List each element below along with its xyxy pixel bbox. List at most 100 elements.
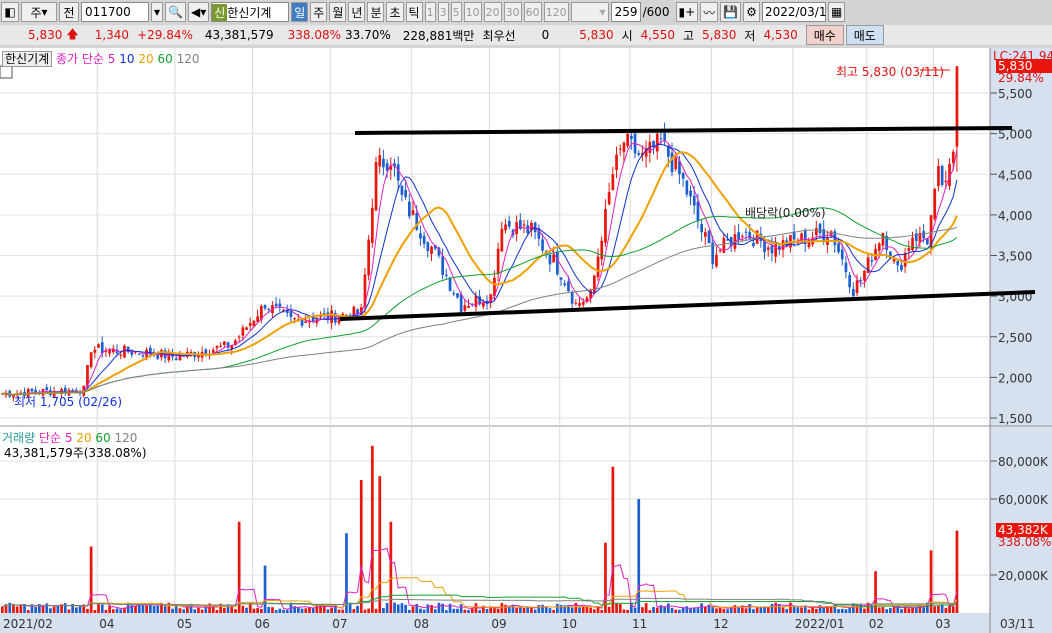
volume-bar <box>689 608 692 613</box>
candle-body <box>659 138 663 140</box>
candle-body <box>223 341 226 345</box>
candle-body <box>89 352 93 368</box>
low-label: 저 <box>744 28 756 43</box>
volume-bar <box>533 609 537 613</box>
sell-button[interactable]: 매도 <box>845 25 884 45</box>
num-5[interactable]: 5 <box>450 2 462 22</box>
candle-body <box>900 265 903 271</box>
volume-bar <box>408 609 411 613</box>
num-3[interactable]: 3 <box>437 2 449 22</box>
code-dropdown[interactable]: ▾ <box>151 2 164 22</box>
code-input[interactable]: 011700 <box>81 2 149 22</box>
add-line-icon[interactable]: 〰 <box>700 2 719 22</box>
volume-bar <box>800 607 803 613</box>
candle-body <box>844 262 848 273</box>
volume-bar <box>19 604 23 613</box>
num-30[interactable]: 30 <box>503 2 522 22</box>
volume-bar <box>211 606 215 613</box>
volume-bar <box>63 603 67 613</box>
period-month[interactable]: 월 <box>329 2 347 22</box>
volume-bar <box>145 605 148 613</box>
candle-body <box>722 237 726 253</box>
candle-body <box>267 308 271 310</box>
candle-body <box>248 323 252 326</box>
num-20[interactable]: 20 <box>483 2 502 22</box>
volume-bar <box>903 607 907 613</box>
volume-bar <box>678 609 681 613</box>
candle-body <box>404 190 407 198</box>
calendar-icon[interactable]: ▦ <box>827 2 846 22</box>
interval-tick[interactable]: 틱 <box>405 2 423 22</box>
prev-button[interactable]: 전 <box>59 2 79 22</box>
candle-body <box>456 293 459 298</box>
interval-second[interactable]: 초 <box>386 2 404 22</box>
legend-ma60: 60 <box>157 52 173 66</box>
num-10[interactable]: 10 <box>463 2 482 22</box>
candle-body <box>618 148 622 150</box>
candle-body <box>245 327 248 330</box>
candle-body <box>211 349 215 353</box>
volume-bar <box>300 608 304 613</box>
custom-select[interactable]: ▾ <box>570 2 609 22</box>
period-week[interactable]: 주 <box>310 2 328 22</box>
candle-body <box>559 277 563 280</box>
price-panel-name[interactable]: 한신기계 <box>2 51 53 67</box>
candle-body <box>611 174 615 190</box>
quote-vol-pct: 338.08% <box>287 28 341 42</box>
search-icon[interactable]: 🔍 <box>165 2 186 22</box>
count-input[interactable]: 259 <box>610 2 641 22</box>
num-1[interactable]: 1 <box>424 2 436 22</box>
period-year[interactable]: 년 <box>348 2 366 22</box>
volume-bar <box>193 609 197 613</box>
candle-body <box>741 236 744 238</box>
candle-body <box>400 185 404 195</box>
candle-body <box>108 349 111 354</box>
legend-ma120: 120 <box>176 52 200 66</box>
volume-bar <box>248 603 252 613</box>
chart-area[interactable]: 2021/02 04 05 06 07 08 09 10 11 12 2022/01 02 03 03/1… <box>0 48 1052 633</box>
speaker-icon[interactable]: ◀▾ <box>187 2 210 22</box>
period-day[interactable]: 일 <box>291 2 309 22</box>
price-legend: 한신기계 종가 단순 5 10 20 60 120 <box>2 50 200 67</box>
candle-body <box>445 274 448 276</box>
volume-bar <box>93 610 97 613</box>
add-candle-icon[interactable]: ▮+ <box>675 2 699 22</box>
volume-bar <box>615 603 618 613</box>
gear-icon[interactable]: ⚙ <box>743 2 760 22</box>
candle-body <box>815 228 818 235</box>
candle-body <box>419 233 422 239</box>
interval-minute[interactable]: 분 <box>367 2 385 22</box>
volume-bar <box>622 609 626 613</box>
candle-body <box>837 243 840 252</box>
y-tick-label: 4,000 <box>998 209 1032 223</box>
x-tick-label: 04 <box>99 617 114 631</box>
candle-body <box>774 243 777 257</box>
grid-toggle-icon <box>0 65 13 79</box>
date-value: 2022/03/11 <box>764 5 835 19</box>
volume-bar <box>1 606 4 613</box>
candle-body <box>448 277 452 291</box>
current-pct-label: 29.84% <box>998 71 1044 85</box>
volume-bar <box>304 608 308 613</box>
volume-bar <box>433 609 437 613</box>
volume-bar <box>452 608 456 613</box>
num-60[interactable]: 60 <box>523 2 542 22</box>
candle-body <box>574 302 578 304</box>
volume-bar <box>544 606 548 613</box>
type-select[interactable]: 주 ▾ <box>21 2 57 22</box>
buy-button[interactable]: 매수 <box>805 25 844 45</box>
date-input[interactable]: 2022/03/11 <box>761 2 834 22</box>
stock-name-field[interactable]: 신 한신기계 <box>211 2 290 22</box>
save-icon[interactable]: 💾 <box>720 2 742 22</box>
volume-bar <box>297 607 300 613</box>
legend-vma5: 단순 5 <box>38 431 73 445</box>
volume-bar <box>726 609 729 613</box>
volume-bar <box>463 609 467 613</box>
layout-icon[interactable]: ◧ <box>1 2 19 22</box>
candle-body <box>911 237 914 251</box>
volume-bar <box>426 604 430 613</box>
volume-bar <box>100 604 104 613</box>
num-120[interactable]: 120 <box>543 2 569 22</box>
candle-body <box>482 302 485 307</box>
candle-body <box>596 256 600 278</box>
